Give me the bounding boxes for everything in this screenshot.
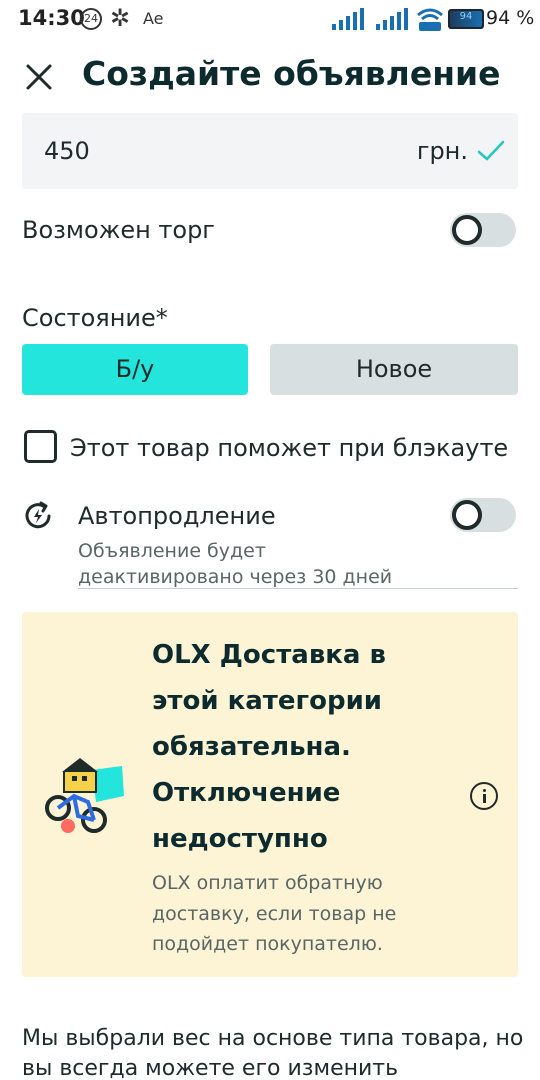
delivery-info-card: OLX Доставка в этой категории обязательн… xyxy=(22,612,518,977)
condition-new-button[interactable]: Новое xyxy=(270,344,518,395)
delivery-bike-illustration xyxy=(45,758,124,833)
signal-icon xyxy=(332,8,364,30)
condition-used-button[interactable]: Б/у xyxy=(22,344,248,395)
toggle-knob xyxy=(452,215,482,245)
price-field[interactable]: 450 грн. xyxy=(22,113,518,189)
auto-renew-icon xyxy=(25,501,51,529)
page-title: Создайте объявление xyxy=(82,54,501,93)
weight-note: Мы выбрали вес на основе типа товара, но… xyxy=(22,1026,524,1080)
toggle-knob xyxy=(452,500,482,530)
asterisk-icon: ✲ xyxy=(110,4,131,32)
carrier-label: Ae xyxy=(143,9,164,28)
info-icon-dot xyxy=(483,789,486,792)
battery-icon: 94 xyxy=(448,9,484,29)
info-icon-bar xyxy=(483,794,486,803)
delivery-card-text: OLX оплатит обратную доставку, если това… xyxy=(152,872,397,955)
negotiable-toggle[interactable] xyxy=(450,213,516,247)
divider xyxy=(78,588,518,589)
auto-renew-description: Объявление будет деактивировано через 30… xyxy=(78,540,393,588)
close-icon[interactable] xyxy=(22,60,56,94)
delivery-card-title: OLX Доставка в этой категории обязательн… xyxy=(152,640,386,854)
blackout-label: Этот товар поможет при блэкауте xyxy=(70,434,509,462)
info-icon[interactable] xyxy=(470,782,498,810)
status-time: 14:30 xyxy=(18,6,85,30)
auto-renew-label: Автопродление xyxy=(78,502,276,530)
battery-percent: 94 % xyxy=(486,7,535,29)
price-currency: грн. xyxy=(416,137,468,165)
price-value: 450 xyxy=(44,137,90,165)
battery-level-text: 94 xyxy=(459,11,473,22)
condition-label: Состояние* xyxy=(22,304,168,332)
auto-renew-toggle[interactable] xyxy=(450,498,516,532)
negotiable-label: Возможен торг xyxy=(22,216,215,244)
signal-icon xyxy=(376,8,408,30)
notification-count-badge: 24 xyxy=(80,8,102,30)
check-icon xyxy=(477,140,505,161)
blackout-checkbox[interactable] xyxy=(24,430,57,463)
status-bar: 14:30 24 ✲ Ae 94 94 % xyxy=(0,0,540,40)
wifi-icon xyxy=(417,8,443,31)
